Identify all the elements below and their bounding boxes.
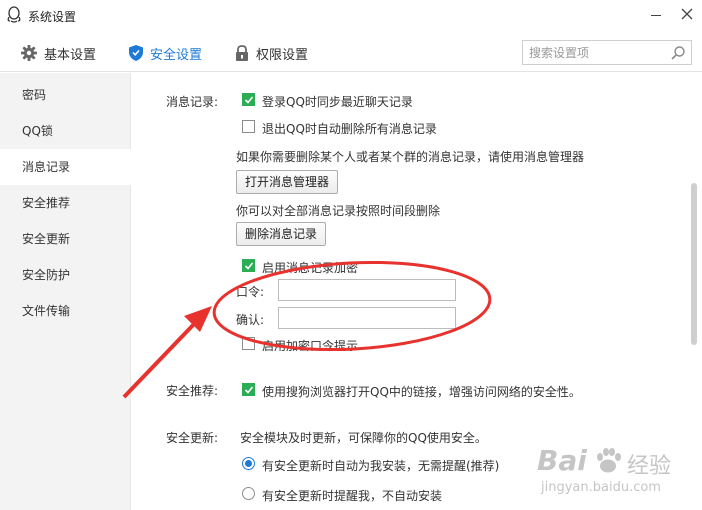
delete-on-exit-label: 退出QQ时自动删除所有消息记录 (262, 122, 437, 136)
sidebar: 密码 QQ锁 消息记录 安全推荐 安全更新 安全防护 文件传输 (0, 73, 132, 510)
enable-encryption-checkbox[interactable] (242, 259, 255, 272)
sidebar-item-file-transfer[interactable]: 文件传输 (0, 293, 131, 329)
delete-by-period-hint: 你可以对全部消息记录按照时间段删除 (236, 204, 441, 218)
sidebar-item-message-records[interactable]: 消息记录 (0, 149, 132, 185)
paw-icon (597, 448, 621, 473)
sidebar-item-security-update[interactable]: 安全更新 (0, 221, 131, 257)
security-update-description: 安全模块及时更新，可保障你的QQ使用安全。 (240, 431, 487, 445)
shield-icon (129, 45, 143, 61)
search-box[interactable] (522, 40, 692, 65)
sync-recent-chats-checkbox[interactable] (242, 93, 255, 106)
message-manager-hint: 如果你需要删除某个人或者某个群的消息记录，请使用消息管理器 (236, 150, 585, 164)
password-label: 口令: (236, 285, 265, 299)
confirm-label: 确认: (236, 313, 265, 327)
tab-label: 权限设置 (256, 47, 309, 63)
confirm-password-field[interactable] (278, 307, 456, 329)
checkmark-icon (244, 96, 254, 104)
tab-basic-settings[interactable]: 基本设置 (20, 42, 96, 64)
tab-label: 安全设置 (150, 47, 203, 63)
close-icon[interactable] (680, 7, 694, 21)
checkmark-icon (244, 386, 254, 394)
password-hint-label: 启用加密口令提示 (262, 339, 359, 353)
minimize-icon[interactable] (651, 15, 661, 16)
password-hint-checkbox[interactable] (242, 337, 255, 350)
watermark-logo-text: Bai (537, 444, 587, 477)
watermark-logo-cn: 经验 (627, 454, 672, 479)
qq-penguin-icon (7, 6, 21, 23)
settings-toolbar: 基本设置 安全设置 权限设置 (0, 32, 702, 72)
tab-permission-settings[interactable]: 权限设置 (234, 42, 308, 64)
password-field[interactable] (278, 279, 456, 301)
sync-recent-chats-label: 登录QQ时同步最近聊天记录 (262, 95, 413, 109)
window-title: 系统设置 (28, 10, 77, 24)
tab-security-settings[interactable]: 安全设置 (128, 42, 202, 64)
delete-on-exit-checkbox[interactable] (242, 120, 255, 133)
gear-icon (21, 45, 37, 61)
sogou-browser-checkbox[interactable] (242, 383, 255, 396)
section-label-security-recommend: 安全推荐: (166, 384, 219, 398)
lock-icon (236, 45, 248, 61)
title-bar: 系统设置 (0, 0, 702, 32)
sidebar-item-password[interactable]: 密码 (0, 77, 131, 113)
delete-message-records-button[interactable]: 删除消息记录 (236, 222, 327, 246)
auto-install-radio[interactable] (242, 457, 255, 470)
checkmark-icon (244, 262, 254, 270)
auto-install-label: 有安全更新时自动为我安装，无需提醒(推荐) (262, 459, 500, 473)
baidu-watermark: Bai 经验 jingyan.baidu.com (537, 442, 697, 502)
enable-encryption-label: 启用消息记录加密 (262, 261, 359, 275)
open-message-manager-button[interactable]: 打开消息管理器 (236, 170, 339, 194)
sidebar-item-security-protection[interactable]: 安全防护 (0, 257, 131, 293)
search-icon[interactable] (670, 45, 686, 61)
tab-label: 基本设置 (44, 47, 97, 63)
scrollbar-thumb[interactable] (691, 183, 697, 345)
sidebar-item-security-recommend[interactable]: 安全推荐 (0, 185, 131, 221)
watermark-url: jingyan.baidu.com (541, 480, 661, 495)
notify-only-radio[interactable] (242, 487, 255, 500)
notify-only-label: 有安全更新时提醒我，不自动安装 (262, 489, 443, 503)
section-label-security-update: 安全更新: (166, 431, 219, 445)
sidebar-item-qq-lock[interactable]: QQ锁 (0, 113, 131, 149)
sogou-browser-label: 使用搜狗浏览器打开QQ中的链接，增强访问网络的安全性。 (262, 385, 581, 399)
search-input[interactable] (523, 41, 663, 64)
section-label-message-records: 消息记录: (166, 95, 219, 109)
